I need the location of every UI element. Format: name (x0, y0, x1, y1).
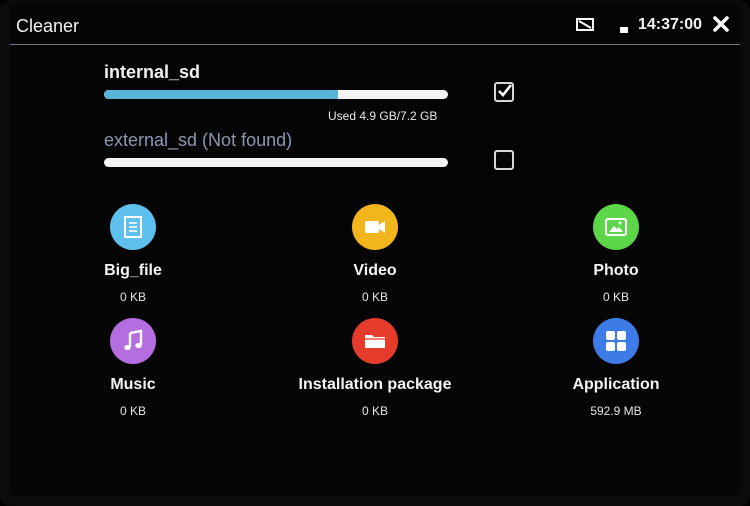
grid-apps-icon (593, 318, 639, 364)
category-big-file[interactable]: Big_file 0 KB (13, 204, 253, 304)
category-video[interactable]: Video 0 KB (255, 204, 495, 304)
music-note-icon (110, 318, 156, 364)
storage-usage-internal: Used 4.9 GB/7.2 GB (328, 109, 438, 123)
video-camera-icon (352, 204, 398, 250)
category-label: Photo (593, 262, 639, 279)
category-photo[interactable]: Photo 0 KB (496, 204, 736, 304)
category-label: Installation package (298, 376, 452, 393)
clock-time: 14:37:00 (638, 16, 703, 33)
page-title: Cleaner (16, 16, 80, 36)
category-size: 0 KB (361, 404, 388, 418)
category-size: 0 KB (602, 290, 629, 304)
title-bar: Cleaner 14:37:00 (10, 4, 740, 45)
category-size: 0 KB (361, 290, 388, 304)
category-label: Big_file (104, 262, 162, 279)
category-installation-package[interactable]: Installation package 0 KB (255, 318, 495, 418)
category-size: 592.9 MB (590, 404, 642, 418)
category-size: 0 KB (119, 290, 146, 304)
battery-icon (620, 20, 628, 33)
category-music[interactable]: Music 0 KB (13, 318, 253, 418)
category-application[interactable]: Application 592.9 MB (496, 318, 736, 418)
checkbox-external-sd[interactable] (494, 150, 514, 170)
checkbox-internal-sd[interactable] (494, 82, 514, 102)
storage-bar-fill-internal (104, 90, 338, 99)
storage-bar-internal (104, 90, 448, 99)
category-label: Application (572, 376, 660, 393)
device-frame: Cleaner 14:37:00 internal_sd Used 4.9 GB… (0, 0, 750, 506)
image-icon (593, 204, 639, 250)
cleaner-screen: Cleaner 14:37:00 internal_sd Used 4.9 GB… (10, 4, 740, 496)
cast-icon (576, 18, 594, 32)
category-label: Music (110, 376, 156, 393)
close-icon[interactable] (712, 15, 730, 33)
storage-name-internal: internal_sd (104, 62, 201, 82)
storage-name-external: external_sd (Not found) (104, 130, 293, 150)
document-icon (110, 204, 156, 250)
category-size: 0 KB (119, 404, 146, 418)
checkmark-icon (498, 84, 513, 97)
storage-bar-external (104, 158, 448, 167)
folder-icon (352, 318, 398, 364)
category-label: Video (353, 262, 397, 279)
